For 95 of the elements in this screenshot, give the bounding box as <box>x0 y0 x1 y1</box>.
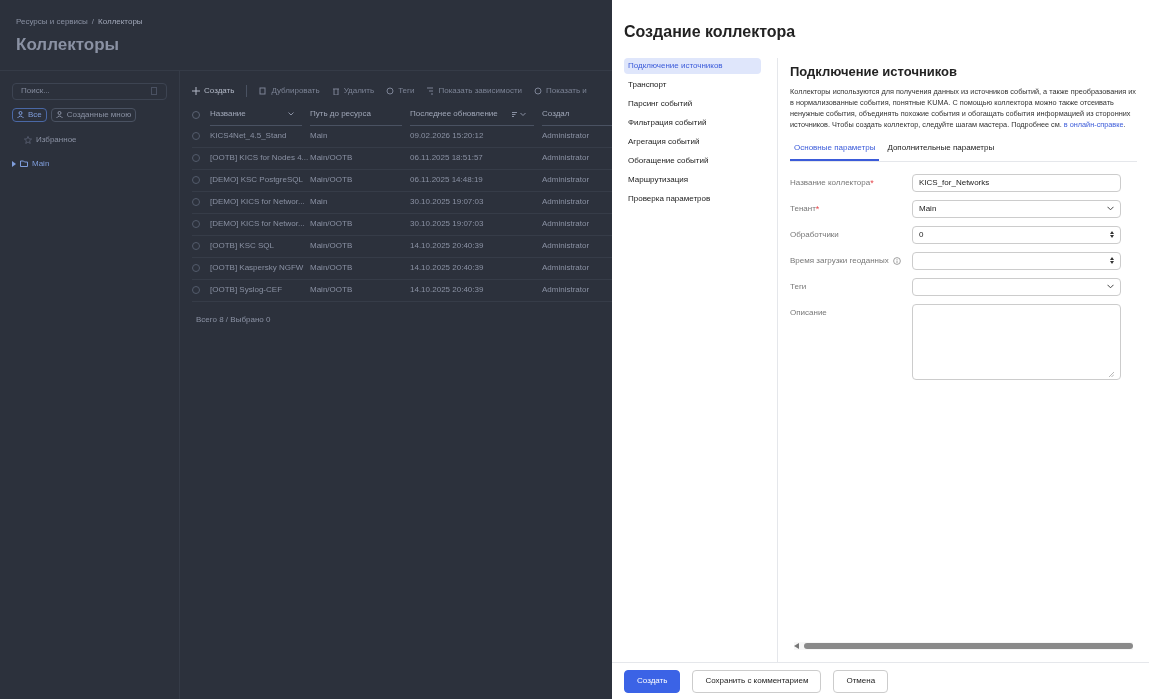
required-mark: * <box>870 176 874 190</box>
table-cell-text: Administrator <box>542 130 591 142</box>
search-placeholder: Поиск... <box>21 85 50 97</box>
chevron-down-icon[interactable] <box>288 112 294 116</box>
resize-handle-icon[interactable] <box>1109 371 1114 377</box>
table-cell-text: 06.11.2025 18:51:57 <box>410 152 484 164</box>
dropdown[interactable]: Main <box>912 199 1121 218</box>
table-cell-text: Administrator <box>542 174 591 186</box>
wizard-step[interactable]: Фильтрация событий <box>624 115 761 131</box>
wizard-step[interactable]: Агрегация событий <box>624 134 761 150</box>
table-cell: [OOTB] KICS for Nodes 4... <box>210 152 310 164</box>
secondary-button[interactable]: Отмена <box>833 669 889 693</box>
table-cell-text: 30.10.2025 19:07:03 <box>410 196 485 208</box>
table-cell-text: KICS4Net_4.5_Stand <box>210 130 288 142</box>
breadcrumb-link[interactable]: Коллекторы <box>98 16 143 28</box>
info-icon[interactable] <box>892 256 901 265</box>
wizard-step[interactable]: Маршрутизация <box>624 172 761 188</box>
table-cell-text: Administrator <box>542 152 591 164</box>
breadcrumb-separator: / <box>91 16 95 28</box>
table-cell-text: 14.10.2025 20:40:39 <box>410 240 485 252</box>
table-cell-text: [DEMO] KICS for Networ... <box>210 196 306 208</box>
folder-icon <box>20 160 28 167</box>
table-cell-text: Main/OOTB <box>310 284 354 296</box>
table-cell-text: [DEMO] KSC PostgreSQL <box>210 174 304 186</box>
scrollbar-thumb[interactable] <box>804 643 1133 649</box>
tab[interactable]: Основные параметры <box>790 141 880 161</box>
number-input[interactable]: 0 <box>912 225 1121 244</box>
caret-icon[interactable] <box>12 160 16 167</box>
field-label: Название коллектора <box>790 177 871 190</box>
table-cell-text: Main/OOTB <box>310 152 354 164</box>
spinner-icon[interactable] <box>1110 231 1114 238</box>
table-cell-text: Administrator <box>542 196 591 208</box>
required-mark: * <box>815 202 820 216</box>
text-input[interactable]: KICS_for_Networks <box>912 173 1121 192</box>
table-cell-text: Main <box>310 130 329 142</box>
table-cell-text: Main <box>310 196 329 208</box>
scroll-left-icon[interactable] <box>794 643 800 649</box>
chevron-down-icon[interactable] <box>1107 206 1114 211</box>
tab[interactable]: Дополнительные параметры <box>883 141 999 161</box>
table-cell-text: Administrator <box>542 284 591 296</box>
table-footer: Всего 8 / Выбрано 0 <box>196 313 600 326</box>
column-header[interactable]: Последнее обновление <box>410 103 534 126</box>
wizard-step[interactable]: Проверка параметров <box>624 191 761 207</box>
secondary-button[interactable]: Сохранить с комментарием <box>692 669 822 693</box>
table-cell-text: Administrator <box>542 262 591 274</box>
column-header[interactable]: Путь до ресурса <box>310 103 402 126</box>
spinner-icon[interactable] <box>1110 257 1114 264</box>
description-textarea[interactable] <box>912 303 1121 380</box>
user-icon <box>17 111 24 118</box>
filter-tab[interactable]: Созданные мною <box>50 107 137 122</box>
wizard-step[interactable]: Подключение источников <box>624 58 761 74</box>
table-cell-text: [OOTB] Syslog-CEF <box>210 284 283 296</box>
page-title: Коллекторы <box>16 34 121 56</box>
table-cell-text: 09.02.2026 15:20:12 <box>410 130 485 142</box>
field-label: Тенант <box>790 203 816 216</box>
table-cell-text: Administrator <box>542 240 591 252</box>
user-icon <box>55 111 63 118</box>
trash-icon <box>331 87 340 95</box>
wizard-step[interactable]: Обогащение событий <box>624 153 761 169</box>
section-heading: Подключение источников <box>790 63 959 81</box>
field-label: Описание <box>790 306 827 319</box>
create-button[interactable]: Создать <box>624 669 681 693</box>
sort-icon[interactable] <box>512 111 526 117</box>
table-cell-text: Main/OOTB <box>310 218 354 230</box>
table-cell-text: [OOTB] Kaspersky NGFW <box>210 262 305 274</box>
star-icon <box>24 135 32 144</box>
horizontal-scrollbar[interactable] <box>794 642 1133 650</box>
tree-item[interactable]: Main <box>12 157 167 170</box>
table-cell-text: 30.10.2025 19:07:03 <box>410 218 485 230</box>
table-cell-text: Administrator <box>542 218 591 230</box>
toolbar-button[interactable]: Создать <box>192 85 248 97</box>
drawer-title: Создание коллектора <box>623 22 797 42</box>
search-field[interactable]: Поиск... <box>12 82 167 100</box>
copy-icon <box>259 87 268 95</box>
table-cell-text: Main/OOTB <box>310 240 354 252</box>
table-cell-text: Main/OOTB <box>310 174 354 186</box>
table-cell-text: 14.10.2025 20:40:39 <box>410 262 485 274</box>
tree-item[interactable]: Избранное <box>12 133 167 146</box>
field-label: Обработчики <box>790 228 839 241</box>
number-input[interactable] <box>912 251 1121 270</box>
plus-icon <box>192 87 200 95</box>
table-cell-text: 06.11.2025 14:48:19 <box>410 174 484 186</box>
lines-icon <box>426 87 435 95</box>
breadcrumb-link[interactable]: Ресурсы и сервисы <box>16 16 88 28</box>
wizard-step[interactable]: Парсинг событий <box>624 96 761 112</box>
table-cell-text: [OOTB] KSC SQL <box>210 240 275 252</box>
field-label: Теги <box>790 280 807 293</box>
chevron-down-icon[interactable] <box>1107 284 1114 289</box>
field-label: Время загрузки геоданных <box>790 254 889 267</box>
table-cell-text: Main/OOTB <box>310 262 354 274</box>
filter-tab[interactable]: Все <box>12 107 47 122</box>
table-cell-text: 14.10.2025 20:40:39 <box>410 284 485 296</box>
column-header[interactable]: Название <box>210 103 302 126</box>
table-cell-text: [DEMO] KICS for Networ... <box>210 218 306 230</box>
wizard-step[interactable]: Транспорт <box>624 77 761 93</box>
